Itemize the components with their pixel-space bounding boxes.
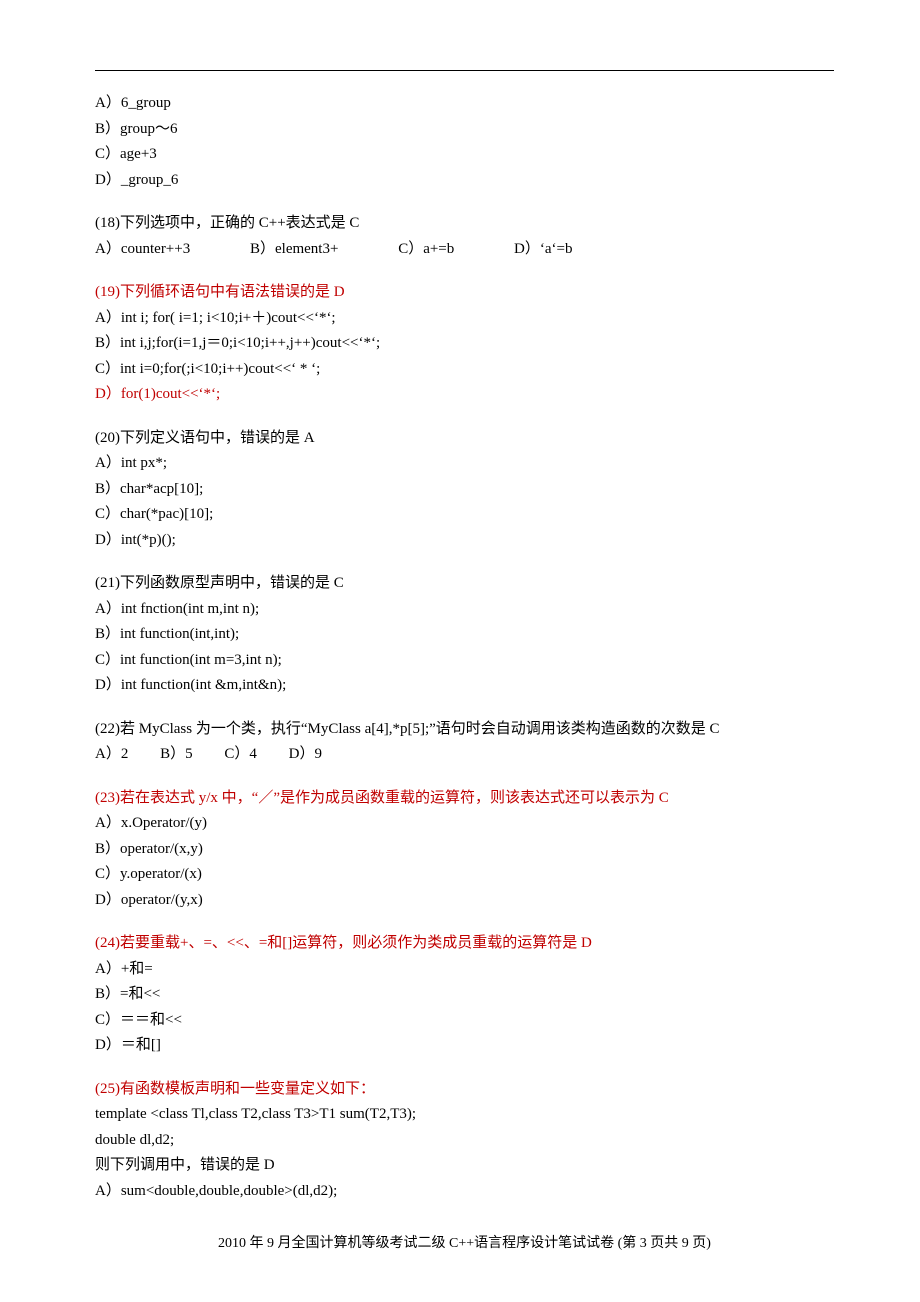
code-line: double dl,d2; [95,1128,834,1154]
option-b: B）int i,j;for(i=1,j＝0;i<10;i++,j++)cout<… [95,331,834,357]
option-b: B）=和<< [95,982,834,1008]
option-b: B）char*acp[10]; [95,477,834,503]
option-c: C）y.operator/(x) [95,862,834,888]
question-stem: (20)下列定义语句中，错误的是 A [95,426,834,452]
options-row: A）2 B）5 C）4 D）9 [95,742,834,768]
option-d: D）_group_6 [95,168,834,194]
option-c: C）age+3 [95,142,834,168]
question-stem: (23)若在表达式 y/x 中，“／”是作为成员函数重载的运算符，则该表达式还可… [95,786,834,812]
option-a: A）+和= [95,957,834,983]
option-c: C）＝＝和<< [95,1008,834,1034]
question-stem: (22)若 MyClass 为一个类，执行“MyClass a[4],*p[5]… [95,717,834,743]
option-b: B）group～6 [95,117,834,143]
q25: (25)有函数模板声明和一些变量定义如下： template <class Tl… [95,1077,834,1205]
q23: (23)若在表达式 y/x 中，“／”是作为成员函数重载的运算符，则该表达式还可… [95,786,834,914]
q21: (21)下列函数原型声明中，错误的是 C A）int fnction(int m… [95,571,834,699]
option-d: D）operator/(y,x) [95,888,834,914]
question-stem: (21)下列函数原型声明中，错误的是 C [95,571,834,597]
question-stem: (25)有函数模板声明和一些变量定义如下： [95,1077,834,1103]
option-d: D）for(1)cout<<‘*‘; [95,382,834,408]
question-stem: (19)下列循环语句中有语法错误的是 D [95,280,834,306]
option-a: A）int px*; [95,451,834,477]
option-a: A）int i; for( i=1; i<10;i+＋)cout<<‘*‘; [95,306,834,332]
option-c: C）4 [224,742,257,768]
option-d: D）int function(int &m,int&n); [95,673,834,699]
option-a: A）int fnction(int m,int n); [95,597,834,623]
q22: (22)若 MyClass 为一个类，执行“MyClass a[4],*p[5]… [95,717,834,768]
option-c: C）char(*pac)[10]; [95,502,834,528]
q20: (20)下列定义语句中，错误的是 A A）int px*; B）char*acp… [95,426,834,554]
question-line: 则下列调用中，错误的是 D [95,1153,834,1179]
option-b: B）element3+ [250,237,338,263]
code-line: template <class Tl,class T2,class T3>T1 … [95,1102,834,1128]
q24: (24)若要重载+、=、<<、=和[]运算符，则必须作为类成员重载的运算符是 D… [95,931,834,1059]
option-b: B）int function(int,int); [95,622,834,648]
option-c: C）int i=0;for(;i<10;i++)cout<<‘ * ‘; [95,357,834,383]
option-c: C）int function(int m=3,int n); [95,648,834,674]
exam-page: A）6_group B）group～6 C）age+3 D）_group_6 (… [0,0,920,1296]
option-b: B）operator/(x,y) [95,837,834,863]
option-a: A）x.Operator/(y) [95,811,834,837]
q18: (18)下列选项中，正确的 C++表达式是 C A）counter++3 B）e… [95,211,834,262]
options-row: A）counter++3 B）element3+ C）a+=b D）‘a‘=b [95,237,834,263]
option-d: D）＝和[] [95,1033,834,1059]
option-d: D）‘a‘=b [514,237,572,263]
question-stem: (24)若要重载+、=、<<、=和[]运算符，则必须作为类成员重载的运算符是 D [95,931,834,957]
page-footer: 2010 年 9 月全国计算机等级考试二级 C++语言程序设计笔试试卷 (第 3… [95,1232,834,1256]
option-a: A）2 [95,742,128,768]
question-stem: (18)下列选项中，正确的 C++表达式是 C [95,211,834,237]
option-a: A）counter++3 [95,237,190,263]
option-d: D）int(*p)(); [95,528,834,554]
option-d: D）9 [289,742,322,768]
option-a: A）sum<double,double,double>(dl,d2); [95,1179,834,1205]
option-a: A）6_group [95,91,834,117]
q19: (19)下列循环语句中有语法错误的是 D A）int i; for( i=1; … [95,280,834,408]
option-c: C）a+=b [398,237,454,263]
q17-options: A）6_group B）group～6 C）age+3 D）_group_6 [95,91,834,193]
option-b: B）5 [160,742,193,768]
top-rule [95,70,834,71]
